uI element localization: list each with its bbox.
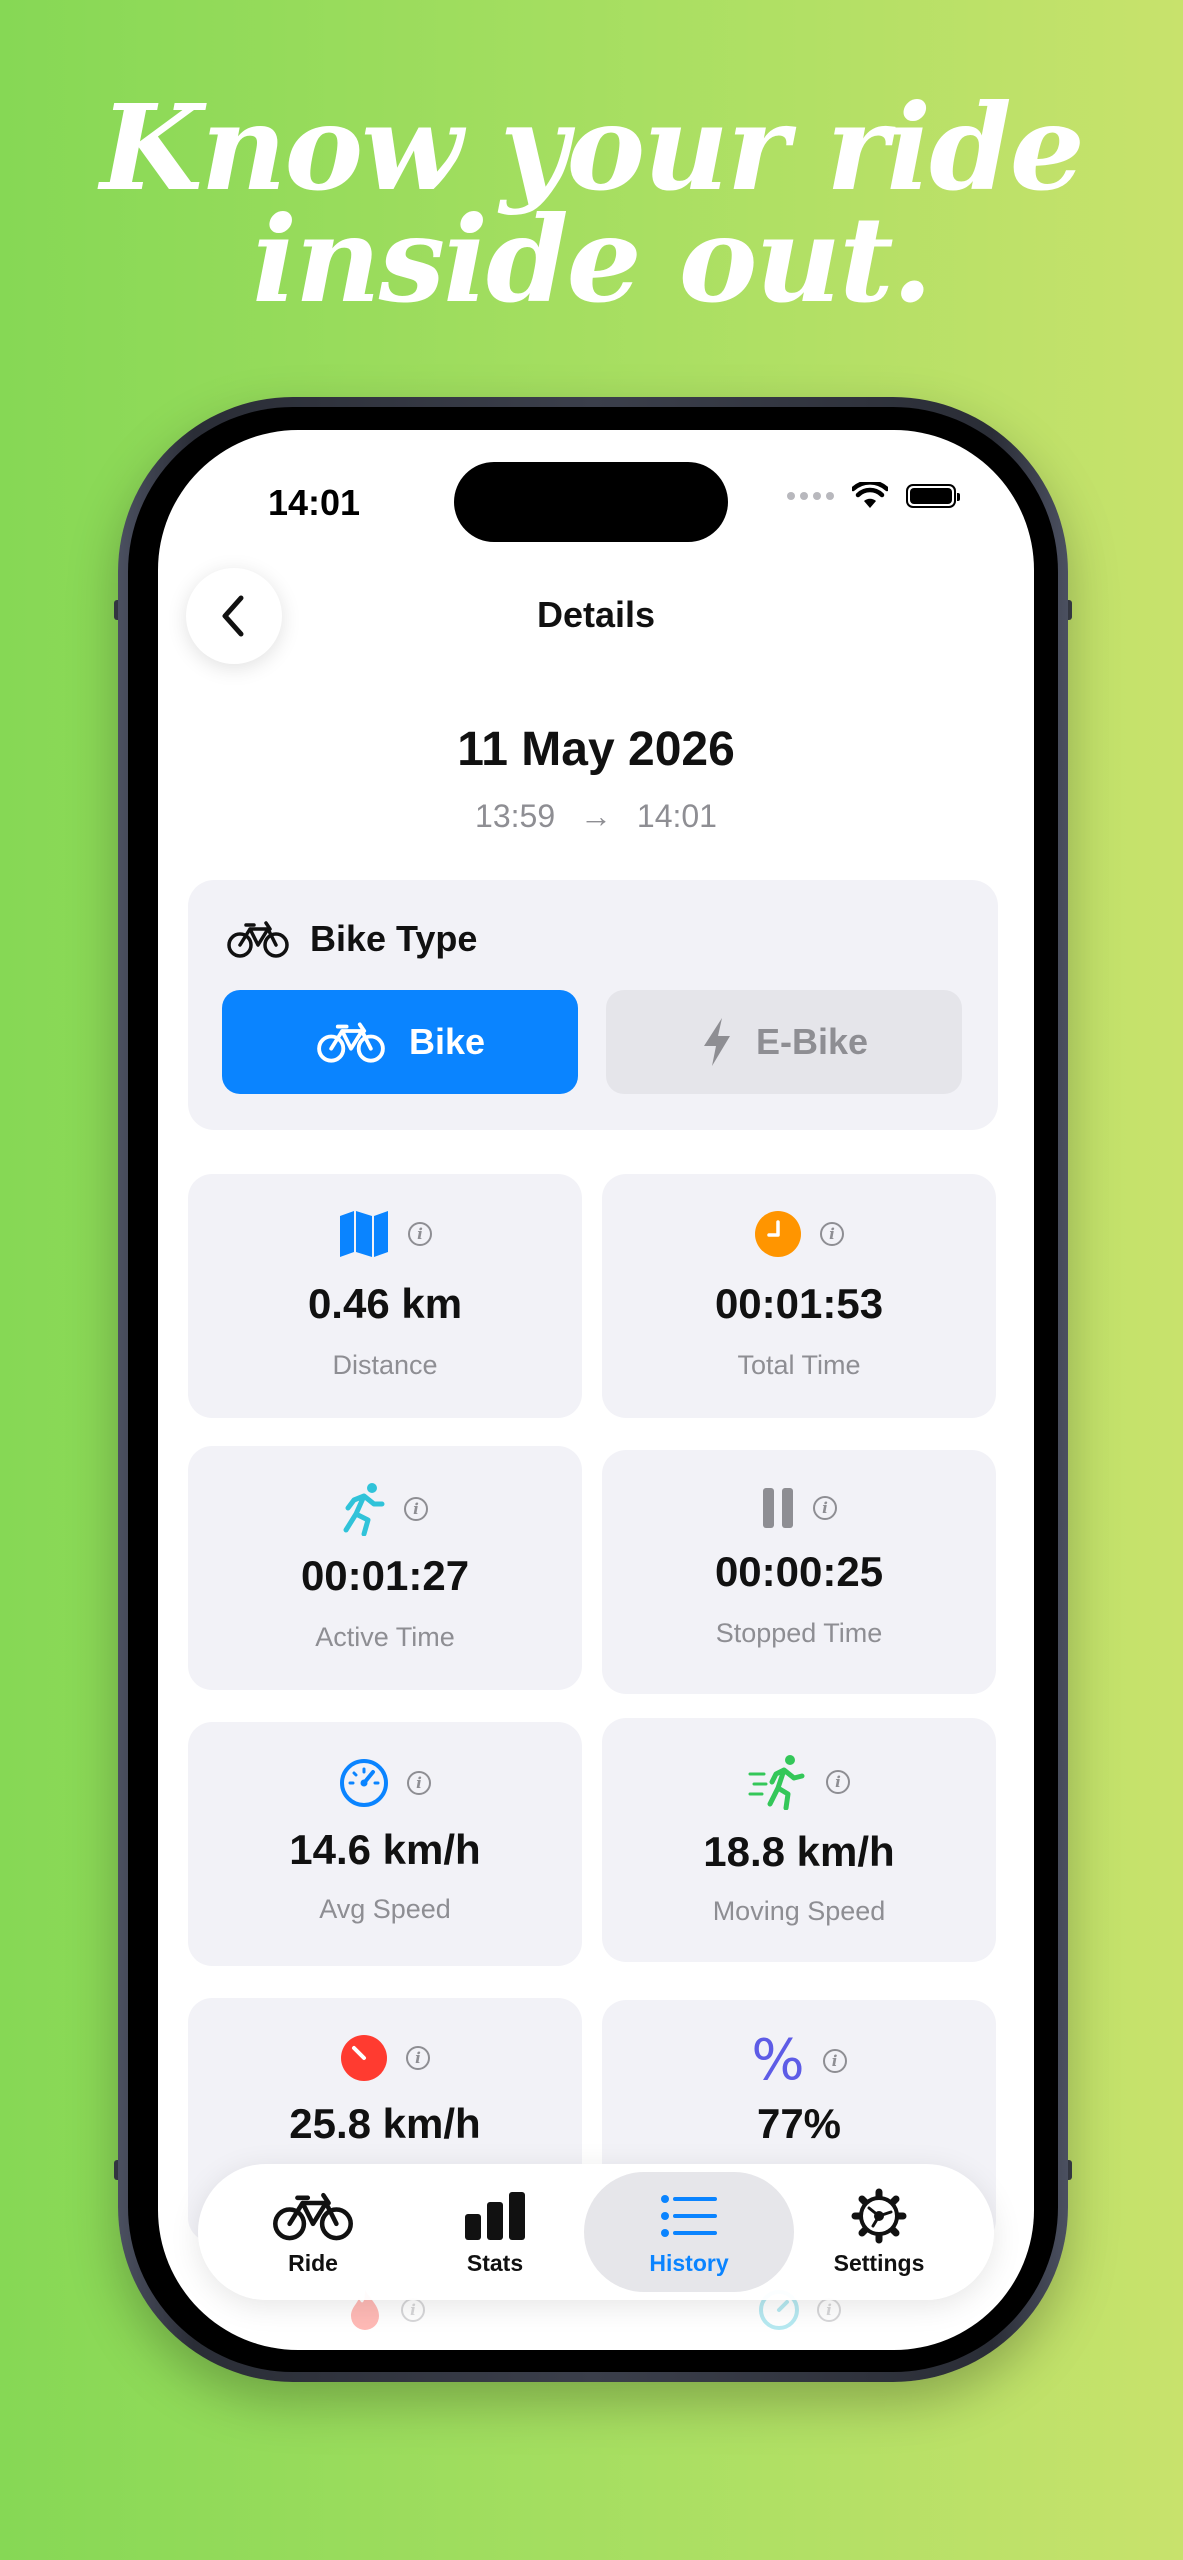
info-icon[interactable]: i [822, 2049, 847, 2073]
map-icon [340, 1211, 388, 1257]
tab-history-label: History [649, 2250, 729, 2276]
info-icon[interactable]: i [820, 1222, 844, 1246]
dynamic-island [454, 462, 728, 542]
info-icon[interactable]: i [406, 2046, 430, 2070]
bike-type-card: Bike Type Bike E-Bike [188, 880, 998, 1130]
moving-figure-icon [748, 1755, 805, 1810]
status-icons [787, 482, 960, 510]
wifi-icon [852, 482, 888, 508]
stat-tile-distance: i 0.46 km Distance [188, 1174, 582, 1418]
info-icon[interactable]: i [404, 1497, 428, 1521]
running-icon [343, 1483, 385, 1536]
stat-label: Stopped Time [715, 1618, 883, 1648]
percent-icon: % [751, 2028, 805, 2093]
clock-icon [755, 1211, 801, 1257]
tab-history[interactable]: History [594, 2188, 784, 2288]
stat-label: Moving Speed [712, 1896, 886, 1926]
info-icon: i [817, 2298, 841, 2322]
stat-tile-stopped-time: i 00:00:25 Stopped Time [602, 1450, 996, 1694]
tab-bar: Ride Stats History Settings [198, 2164, 994, 2300]
info-icon[interactable]: i [408, 1222, 432, 1246]
stat-label: Distance [332, 1350, 438, 1380]
stat-tile-moving-speed: i 18.8 km/h Moving Speed [602, 1718, 996, 1962]
headline: Know your ride inside out. [0, 78, 1183, 329]
stat-value: 77% [756, 2100, 842, 2147]
stat-tile-total-time: i 00:01:53 Total Time [602, 1174, 996, 1418]
info-icon[interactable]: i [813, 1496, 837, 1520]
nav-title: Details [536, 594, 656, 635]
bike-type-label: Bike Type [310, 918, 478, 959]
bicycle-icon [273, 2192, 353, 2241]
stat-label: Avg Speed [319, 1894, 451, 1924]
tab-stats-label: Stats [466, 2250, 524, 2276]
tab-settings-label: Settings [833, 2250, 925, 2276]
arrow-right-icon: → [580, 798, 612, 835]
stat-tile-avg-speed: i 14.6 km/h Avg Speed [188, 1722, 582, 1966]
stat-value: 18.8 km/h [703, 1828, 895, 1875]
stat-tile-active-time: i 00:01:27 Active Time [188, 1446, 582, 1690]
speedometer-icon [340, 1759, 388, 1807]
tab-stats[interactable]: Stats [400, 2188, 590, 2288]
bar-chart-icon [465, 2192, 525, 2240]
bike-option-label: Bike [408, 1021, 486, 1062]
ride-time-range: 13:59 → 14:01 [158, 796, 1034, 835]
info-icon[interactable]: i [826, 1770, 850, 1794]
bicycle-icon [227, 921, 289, 958]
stat-label: Total Time [737, 1350, 861, 1380]
max-speed-gauge-icon [341, 2035, 387, 2081]
stat-value: 25.8 km/h [289, 2100, 481, 2147]
ebike-option-button[interactable]: E-Bike [606, 990, 962, 1094]
battery-icon [906, 484, 960, 508]
stat-value: 00:01:27 [300, 1552, 470, 1599]
ebike-option-label: E-Bike [755, 1021, 869, 1062]
stat-value: 00:01:53 [714, 1280, 884, 1327]
bike-type-header: Bike Type [226, 918, 477, 960]
ride-end-time: 14:01 [636, 798, 717, 835]
headline-line-1: Know your ride [100, 78, 1085, 217]
lightning-bolt-icon [703, 1018, 730, 1066]
info-icon: i [401, 2298, 425, 2322]
stat-value: 14.6 km/h [289, 1826, 481, 1873]
gear-icon [851, 2188, 907, 2244]
phone-screen: 14:01 Details 11 May 2026 13:59 → 14:01 … [158, 430, 1034, 2350]
headline-line-2: inside out. [252, 190, 933, 329]
tab-ride[interactable]: Ride [218, 2188, 408, 2288]
ride-date: 11 May 2026 [457, 723, 735, 776]
ride-start-time: 13:59 [475, 798, 556, 835]
stat-value: 00:00:25 [714, 1548, 884, 1595]
tab-ride-label: Ride [288, 2250, 338, 2276]
stat-value: 0.46 km [307, 1280, 463, 1327]
tab-settings[interactable]: Settings [784, 2188, 974, 2288]
pause-icon [763, 1488, 793, 1528]
bike-option-button[interactable]: Bike [222, 990, 578, 1094]
bicycle-icon [317, 1022, 385, 1063]
stat-label: Active Time [315, 1622, 455, 1652]
list-icon [661, 2195, 717, 2237]
info-icon[interactable]: i [407, 1771, 431, 1795]
cellular-signal-icon [787, 492, 834, 500]
status-time: 14:01 [268, 482, 361, 523]
